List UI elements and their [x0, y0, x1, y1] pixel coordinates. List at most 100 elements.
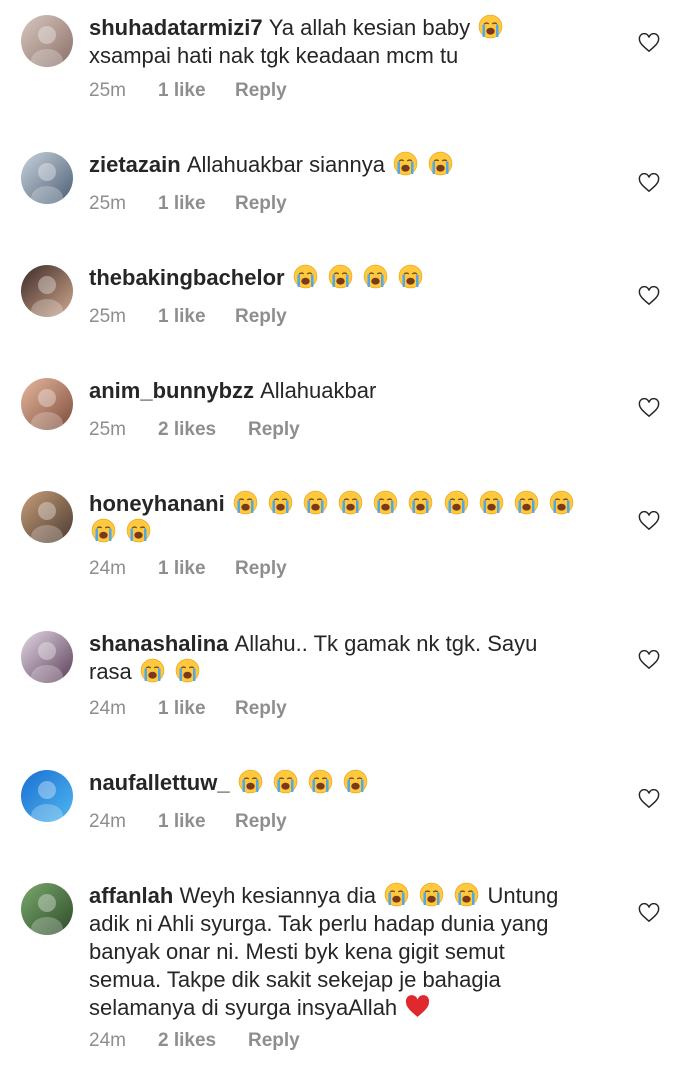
timestamp: 24m	[89, 1030, 126, 1051]
timestamp: 25m	[89, 419, 126, 440]
comment-text	[541, 491, 547, 516]
comment-text	[167, 659, 173, 684]
comment-text: Allahuakbar	[260, 378, 377, 403]
avatar[interactable]	[21, 491, 73, 543]
like-heart-icon[interactable]	[638, 286, 660, 306]
comment-line: honeyhanani	[89, 490, 609, 518]
timestamp: 24m	[89, 698, 126, 719]
comment-line: selamanya di syurga insyaAllah	[89, 994, 609, 1022]
crying-face-emoji-icon	[328, 264, 353, 289]
comment-text	[506, 491, 512, 516]
comment-text	[355, 265, 361, 290]
username-link[interactable]: shanashalina	[89, 631, 235, 656]
reply-button[interactable]: Reply	[235, 558, 287, 580]
username-link[interactable]: thebakingbachelor	[89, 265, 291, 290]
comment-text: selamanya di syurga insyaAllah	[89, 995, 404, 1020]
comment-text: Allahu.. Tk gamak nk tgk. Sayu	[234, 631, 538, 656]
avatar[interactable]	[21, 265, 73, 317]
likes-count-link[interactable]: 2 likes	[158, 1030, 228, 1052]
comment-line: naufallettuw_	[89, 769, 609, 797]
likes-count-link[interactable]: 2 likes	[158, 419, 228, 441]
username-link[interactable]: anim_bunnybzz	[89, 378, 260, 403]
crying-face-emoji-icon	[273, 769, 298, 794]
reply-button[interactable]: Reply	[235, 80, 287, 102]
crying-face-emoji-icon	[454, 882, 479, 907]
like-heart-icon[interactable]	[638, 903, 660, 923]
reply-button[interactable]: Reply	[235, 811, 287, 833]
avatar[interactable]	[21, 152, 73, 204]
comment-meta: 24m 1 like Reply	[89, 811, 287, 833]
comment-text	[365, 491, 371, 516]
comment-meta: 25m 1 like Reply	[89, 80, 287, 102]
timestamp: 24m	[89, 558, 126, 579]
comment-text	[435, 491, 441, 516]
comment-line: zietazain Allahuakbar siannya	[89, 151, 609, 179]
comment-text: adik ni Ahli syurga. Tak perlu hadap dun…	[89, 911, 549, 936]
comment-text	[320, 265, 326, 290]
reply-button[interactable]: Reply	[248, 1030, 300, 1052]
reply-button[interactable]: Reply	[235, 306, 287, 328]
likes-count-link[interactable]: 1 like	[158, 698, 216, 720]
comment-text: Allahuakbar siannya	[186, 152, 392, 177]
avatar[interactable]	[21, 15, 73, 67]
comment-text	[411, 883, 417, 908]
comment-body: shuhadatarmizi7 Ya allah kesian baby xsa…	[89, 14, 609, 70]
red-heart-emoji-icon	[405, 994, 430, 1019]
comment-text	[260, 491, 266, 516]
like-heart-icon[interactable]	[638, 789, 660, 809]
like-heart-icon[interactable]	[638, 511, 660, 531]
crying-face-emoji-icon	[91, 518, 116, 543]
crying-face-emoji-icon	[428, 151, 453, 176]
like-heart-icon[interactable]	[638, 650, 660, 670]
crying-face-emoji-icon	[363, 264, 388, 289]
comment-meta: 24m 1 like Reply	[89, 558, 287, 580]
comment-body: shanashalina Allahu.. Tk gamak nk tgk. S…	[89, 630, 609, 686]
username-link[interactable]: naufallettuw_	[89, 770, 236, 795]
avatar[interactable]	[21, 770, 73, 822]
username-link[interactable]: honeyhanani	[89, 491, 231, 516]
like-heart-icon[interactable]	[638, 33, 660, 53]
avatar[interactable]	[21, 631, 73, 683]
username-link[interactable]: zietazain	[89, 152, 187, 177]
crying-face-emoji-icon	[293, 264, 318, 289]
comment-line	[89, 518, 609, 546]
comment-line: anim_bunnybzz Allahuakbar	[89, 377, 609, 405]
crying-face-emoji-icon	[268, 490, 293, 515]
comment-line: banyak onar ni. Mesti byk kena gigit sem…	[89, 938, 609, 966]
likes-count-link[interactable]: 1 like	[158, 193, 216, 215]
crying-face-emoji-icon	[408, 490, 433, 515]
avatar[interactable]	[21, 378, 73, 430]
comment-text	[400, 491, 406, 516]
likes-count-link[interactable]: 1 like	[158, 80, 216, 102]
reply-button[interactable]: Reply	[235, 193, 287, 215]
likes-count-link[interactable]: 1 like	[158, 558, 216, 580]
crying-face-emoji-icon	[373, 490, 398, 515]
crying-face-emoji-icon	[308, 769, 333, 794]
crying-face-emoji-icon	[126, 518, 151, 543]
crying-face-emoji-icon	[384, 882, 409, 907]
crying-face-emoji-icon	[514, 490, 539, 515]
reply-button[interactable]: Reply	[248, 419, 300, 441]
crying-face-emoji-icon	[343, 769, 368, 794]
comment-body: naufallettuw_	[89, 769, 609, 797]
timestamp: 24m	[89, 811, 126, 832]
comment-text: rasa	[89, 659, 138, 684]
crying-face-emoji-icon	[444, 490, 469, 515]
crying-face-emoji-icon	[233, 490, 258, 515]
comment-text	[265, 770, 271, 795]
comment-meta: 24m 1 like Reply	[89, 698, 287, 720]
likes-count-link[interactable]: 1 like	[158, 811, 216, 833]
like-heart-icon[interactable]	[638, 173, 660, 193]
comment-text	[300, 770, 306, 795]
likes-count-link[interactable]: 1 like	[158, 306, 216, 328]
comment-text	[390, 265, 396, 290]
crying-face-emoji-icon	[419, 882, 444, 907]
like-heart-icon[interactable]	[638, 398, 660, 418]
reply-button[interactable]: Reply	[235, 698, 287, 720]
avatar[interactable]	[21, 883, 73, 935]
username-link[interactable]: shuhadatarmizi7	[89, 15, 269, 40]
comment-meta: 25m 1 like Reply	[89, 193, 287, 215]
comment-body: zietazain Allahuakbar siannya	[89, 151, 609, 179]
username-link[interactable]: affanlah	[89, 883, 179, 908]
comment-body: honeyhanani	[89, 490, 609, 546]
